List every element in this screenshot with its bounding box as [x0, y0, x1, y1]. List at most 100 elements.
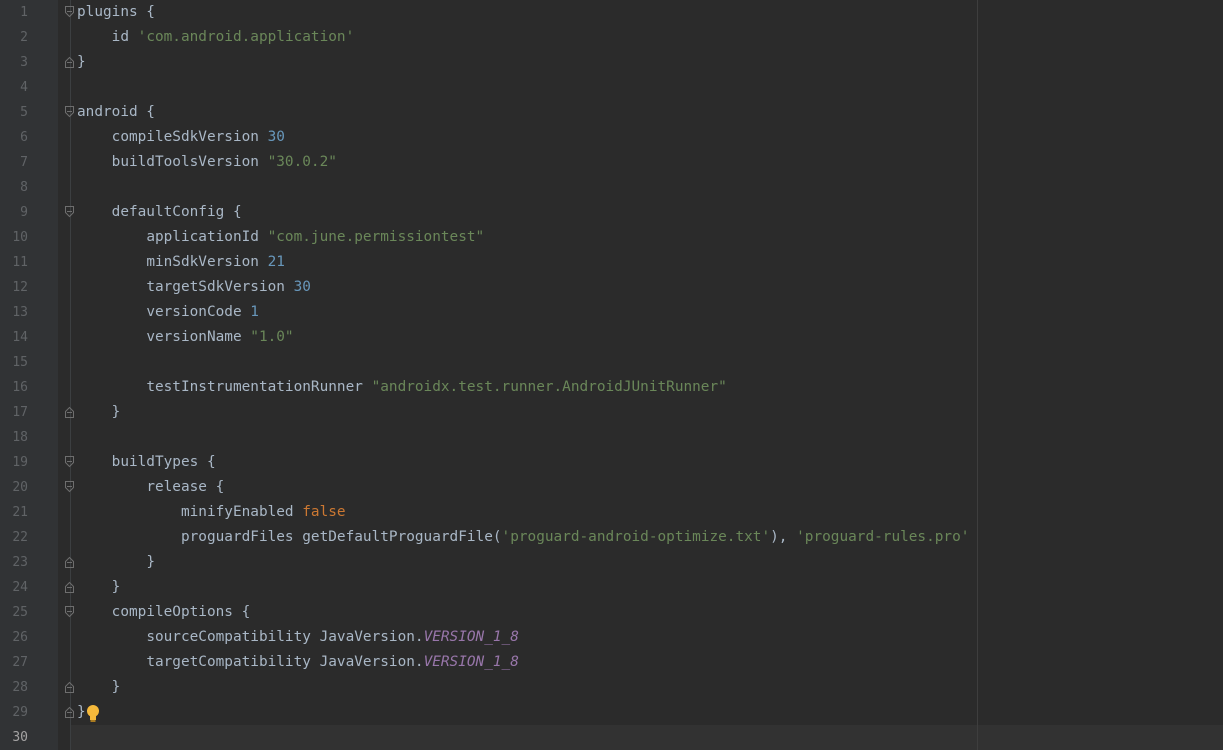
code-line[interactable]: 3} — [0, 50, 1223, 75]
code-line[interactable]: 22 proguardFiles getDefaultProguardFile(… — [0, 525, 1223, 550]
fold-start-icon[interactable] — [64, 6, 75, 18]
code-line[interactable]: 13 versionCode 1 — [0, 300, 1223, 325]
fold-end-icon[interactable] — [64, 56, 75, 68]
line-number[interactable]: 29 — [0, 704, 28, 721]
line-number[interactable]: 12 — [0, 279, 28, 296]
code-line[interactable]: 15 — [0, 350, 1223, 375]
line-number[interactable]: 22 — [0, 529, 28, 546]
code-text[interactable]: proguardFiles getDefaultProguardFile('pr… — [77, 528, 969, 547]
code-line[interactable]: 26 sourceCompatibility JavaVersion.VERSI… — [0, 625, 1223, 650]
code-text[interactable]: testInstrumentationRunner "androidx.test… — [77, 378, 727, 397]
code-line[interactable]: 29} — [0, 700, 1223, 725]
code-line[interactable]: 8 — [0, 175, 1223, 200]
fold-start-icon[interactable] — [64, 456, 75, 468]
line-number[interactable]: 28 — [0, 679, 28, 696]
code-line[interactable]: 6 compileSdkVersion 30 — [0, 125, 1223, 150]
fold-end-icon[interactable] — [64, 706, 75, 718]
code-text[interactable]: } — [77, 553, 155, 572]
line-number[interactable]: 14 — [0, 329, 28, 346]
code-line[interactable]: 11 minSdkVersion 21 — [0, 250, 1223, 275]
code-text[interactable]: minSdkVersion 21 — [77, 253, 285, 272]
fold-end-icon[interactable] — [64, 681, 75, 693]
code-text[interactable]: } — [77, 53, 86, 72]
code-line[interactable]: 23 } — [0, 550, 1223, 575]
code-line[interactable]: 1 plugins { — [0, 0, 1223, 25]
line-number[interactable]: 7 — [0, 154, 28, 171]
code-line[interactable]: 2 id 'com.android.application' — [0, 25, 1223, 50]
code-text[interactable]: buildTypes { — [77, 453, 216, 472]
fold-end-icon[interactable] — [64, 581, 75, 593]
code-token: proguardFiles getDefaultProguardFile( — [180, 529, 502, 545]
line-number[interactable]: 23 — [0, 554, 28, 571]
code-line[interactable]: 25 compileOptions { — [0, 600, 1223, 625]
code-text[interactable]: } — [77, 578, 121, 597]
fold-end-icon[interactable] — [64, 406, 75, 418]
line-number[interactable]: 18 — [0, 429, 28, 446]
line-number[interactable]: 17 — [0, 404, 28, 421]
line-number[interactable]: 24 — [0, 579, 28, 596]
line-number[interactable]: 16 — [0, 379, 28, 396]
line-number[interactable]: 9 — [0, 204, 28, 221]
code-text[interactable]: compileSdkVersion 30 — [77, 128, 285, 147]
code-text[interactable]: buildToolsVersion "30.0.2" — [77, 153, 337, 172]
line-number[interactable]: 20 — [0, 479, 28, 496]
line-number[interactable]: 21 — [0, 504, 28, 521]
code-line[interactable]: 20 release { — [0, 475, 1223, 500]
code-line[interactable]: 21 minifyEnabled false — [0, 500, 1223, 525]
code-text[interactable]: compileOptions { — [77, 603, 251, 622]
line-number[interactable]: 4 — [0, 79, 28, 96]
code-text[interactable]: versionName "1.0" — [77, 328, 293, 347]
code-line[interactable]: 24 } — [0, 575, 1223, 600]
code-text[interactable]: targetSdkVersion 30 — [77, 278, 311, 297]
line-number[interactable]: 25 — [0, 604, 28, 621]
code-text[interactable]: android { — [77, 103, 155, 122]
code-line[interactable]: 5 android { — [0, 100, 1223, 125]
code-line[interactable]: 10 applicationId "com.june.permissiontes… — [0, 225, 1223, 250]
code-text[interactable]: defaultConfig { — [77, 203, 242, 222]
code-text[interactable]: targetCompatibility JavaVersion.VERSION_… — [77, 653, 519, 672]
code-line[interactable]: 19 buildTypes { — [0, 450, 1223, 475]
code-line[interactable]: 12 targetSdkVersion 30 — [0, 275, 1223, 300]
line-number[interactable]: 26 — [0, 629, 28, 646]
code-line[interactable]: 17 } — [0, 400, 1223, 425]
line-number[interactable]: 30 — [0, 729, 28, 746]
code-line[interactable]: 27 targetCompatibility JavaVersion.VERSI… — [0, 650, 1223, 675]
line-number[interactable]: 3 — [0, 54, 28, 71]
code-text[interactable]: applicationId "com.june.permissiontest" — [77, 228, 484, 247]
line-number[interactable]: 1 — [0, 4, 28, 21]
fold-start-icon[interactable] — [64, 481, 75, 493]
line-number[interactable]: 2 — [0, 29, 28, 46]
code-line[interactable]: 30 — [0, 725, 1223, 750]
code-line[interactable]: 7 buildToolsVersion "30.0.2" — [0, 150, 1223, 175]
fold-end-icon[interactable] — [64, 556, 75, 568]
line-number[interactable]: 6 — [0, 129, 28, 146]
code-text[interactable]: } — [77, 403, 121, 422]
code-line[interactable]: 16 testInstrumentationRunner "androidx.t… — [0, 375, 1223, 400]
code-text[interactable]: } — [77, 678, 121, 697]
code-text[interactable]: minifyEnabled false — [77, 503, 346, 522]
fold-start-icon[interactable] — [64, 106, 75, 118]
line-number[interactable]: 10 — [0, 229, 28, 246]
code-line[interactable]: 4 — [0, 75, 1223, 100]
line-number[interactable]: 19 — [0, 454, 28, 471]
line-number[interactable]: 8 — [0, 179, 28, 196]
code-editor[interactable]: 1 plugins { 2 id 'com.android.application'… — [0, 0, 1223, 750]
line-number[interactable]: 13 — [0, 304, 28, 321]
code-line[interactable]: 28 } — [0, 675, 1223, 700]
fold-start-icon[interactable] — [64, 206, 75, 218]
code-text[interactable]: plugins { — [77, 3, 155, 22]
fold-start-icon[interactable] — [64, 606, 75, 618]
code-text[interactable]: id 'com.android.application' — [77, 28, 355, 47]
code-text[interactable]: release { — [77, 478, 224, 497]
line-number[interactable]: 11 — [0, 254, 28, 271]
code-line[interactable]: 9 defaultConfig { — [0, 200, 1223, 225]
line-number[interactable]: 27 — [0, 654, 28, 671]
code-text[interactable]: sourceCompatibility JavaVersion.VERSION_… — [77, 628, 519, 647]
line-number[interactable]: 15 — [0, 354, 28, 371]
code-token: } — [146, 554, 155, 570]
code-line[interactable]: 18 — [0, 425, 1223, 450]
code-line[interactable]: 14 versionName "1.0" — [0, 325, 1223, 350]
line-number[interactable]: 5 — [0, 104, 28, 121]
code-text[interactable]: versionCode 1 — [77, 303, 259, 322]
lightbulb-icon[interactable] — [85, 704, 101, 722]
